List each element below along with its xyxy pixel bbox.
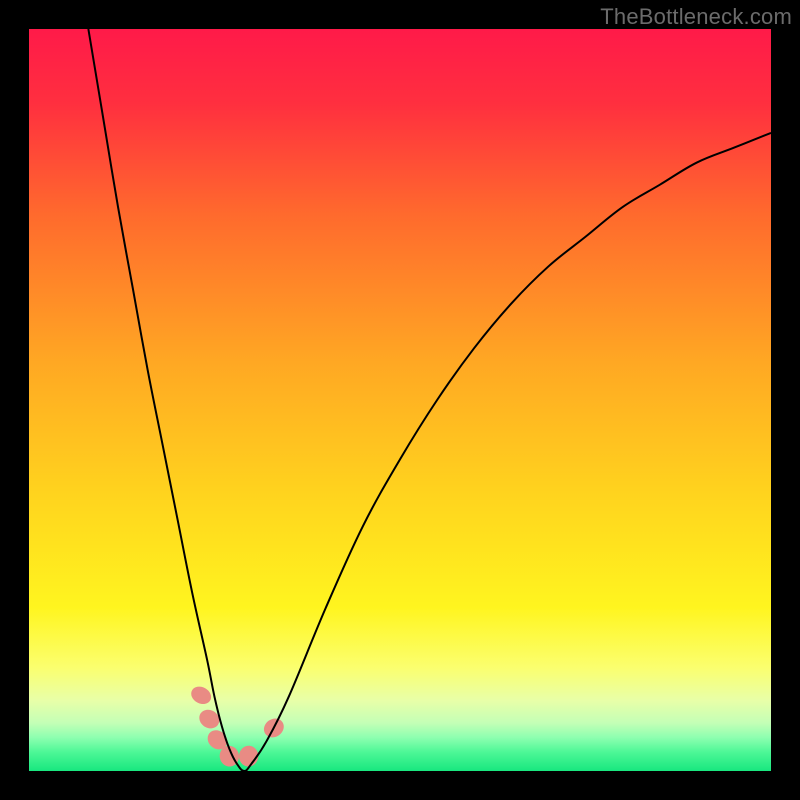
pink-marker-1 <box>188 683 214 707</box>
chart-svg <box>29 29 771 771</box>
chart-frame: TheBottleneck.com <box>0 0 800 800</box>
bottleneck-curve <box>88 29 771 771</box>
watermark-text: TheBottleneck.com <box>600 4 792 30</box>
plot-area <box>29 29 771 771</box>
pink-marker-2 <box>196 706 223 732</box>
markers-group <box>188 683 287 768</box>
